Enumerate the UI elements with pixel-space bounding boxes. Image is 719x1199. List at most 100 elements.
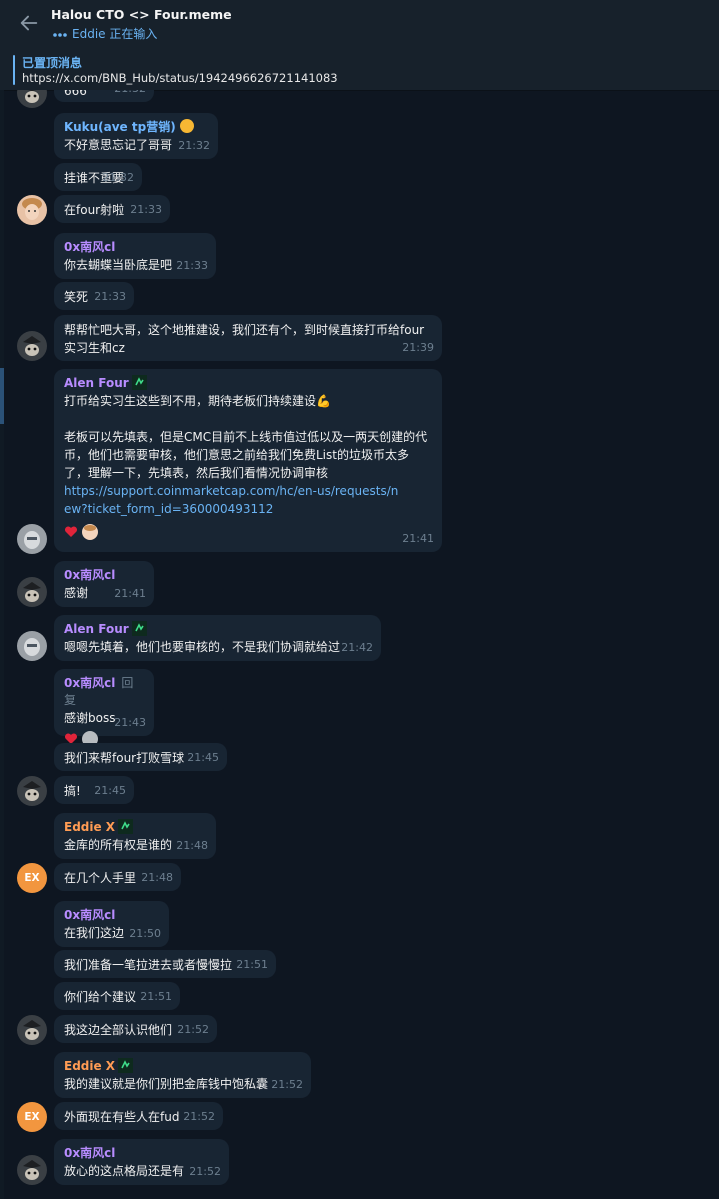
sender-name[interactable]: 0x南风cl bbox=[64, 239, 206, 256]
message-text: 我们来帮four打败雪球 bbox=[64, 751, 185, 765]
message-time: 21:48 bbox=[141, 871, 173, 884]
message-text: 放心的这点格局还是有 bbox=[64, 1164, 185, 1178]
message-bubble[interactable]: 挂谁不重要 21:32 bbox=[54, 163, 142, 191]
chat-title[interactable]: Halou CTO <> Four.meme bbox=[51, 7, 232, 22]
sender-name[interactable]: Eddie X bbox=[64, 1058, 301, 1075]
back-arrow-icon[interactable] bbox=[18, 12, 40, 34]
scroll-thumb[interactable] bbox=[0, 368, 4, 424]
message-bubble[interactable]: 你们给个建议 21:51 bbox=[54, 982, 180, 1010]
message-text: 打币给实习生这些到不用，期待老板们持续建设💪 老板可以先填表，但是CMC目前不上… bbox=[64, 394, 428, 480]
message-time: 21:32 bbox=[178, 139, 210, 152]
message-time: 21:52 bbox=[271, 1078, 303, 1091]
four-badge-icon bbox=[118, 1058, 134, 1073]
four-badge-icon bbox=[118, 819, 134, 834]
sender-name[interactable]: Alen Four bbox=[64, 621, 371, 638]
message-bubble[interactable]: Eddie X 我的建议就是你们别把金库钱中饱私囊 21:52 bbox=[54, 1052, 311, 1098]
message-bubble[interactable]: 搞! 21:45 bbox=[54, 776, 134, 804]
pinned-message-bar[interactable]: 已置顶消息 https://x.com/BNB_Hub/status/19424… bbox=[0, 48, 719, 91]
message-bubble[interactable]: Eddie X 金库的所有权是谁的 21:48 bbox=[54, 813, 216, 859]
message-bubble[interactable]: Kuku(ave tp营销) 不好意思忘记了哥哥 21:32 bbox=[54, 113, 218, 159]
message-text: 笑死 bbox=[64, 290, 89, 304]
message-time: 21:50 bbox=[129, 927, 161, 940]
four-badge-icon bbox=[131, 375, 147, 390]
message-bubble[interactable]: 外面现在有些人在fud 21:52 bbox=[54, 1102, 223, 1130]
message-time: 21:33 bbox=[130, 203, 162, 216]
avatar-eddie[interactable]: EX bbox=[17, 863, 47, 893]
message-time: 21:39 bbox=[402, 341, 434, 354]
message-text: 我这边全部认识他们 bbox=[64, 1023, 173, 1037]
message-time: 21:45 bbox=[187, 751, 219, 764]
message-bubble[interactable]: 0x南风cl 在我们这边 21:50 bbox=[54, 901, 169, 947]
message-text: 我们准备一笔拉进去或者慢慢拉 bbox=[64, 958, 233, 972]
message-bubble[interactable]: 0x南风cl 你去蝴蝶当卧底是吧 21:33 bbox=[54, 233, 216, 279]
message-time: 21:48 bbox=[176, 839, 208, 852]
message-text: 我的建议就是你们别把金库钱中饱私囊 bbox=[64, 1077, 269, 1091]
message-time: 21:52 bbox=[177, 1023, 209, 1036]
four-badge-icon bbox=[131, 621, 147, 636]
avatar-hat[interactable] bbox=[17, 90, 47, 108]
message-text: 你们给个建议 bbox=[64, 990, 137, 1004]
message-time: 21:33 bbox=[94, 290, 126, 303]
message-time: 21:32 bbox=[102, 171, 134, 184]
message-time: 21:43 bbox=[114, 716, 146, 729]
sender-name[interactable]: 0x南风cl 回复 bbox=[64, 675, 144, 709]
message-text: 外面现在有些人在fud bbox=[64, 1110, 180, 1124]
message-bubble[interactable]: 0x南风cl 感谢 21:41 bbox=[54, 561, 154, 607]
typing-status-text: Eddie 正在输入 bbox=[72, 27, 158, 41]
pinned-indicator bbox=[13, 55, 15, 85]
message-link[interactable]: https://support.coinmarketcap.com/hc/en-… bbox=[64, 482, 404, 518]
avatar-hat[interactable] bbox=[17, 776, 47, 806]
sender-name[interactable]: Eddie X bbox=[64, 819, 206, 836]
message-bubble[interactable]: 我这边全部认识他们 21:52 bbox=[54, 1015, 217, 1043]
message-text: 搞! bbox=[64, 784, 81, 798]
sender-name[interactable]: Alen Four bbox=[64, 375, 432, 392]
reactions-row[interactable] bbox=[64, 522, 432, 542]
red-heart-icon[interactable] bbox=[64, 525, 78, 539]
avatar-robot[interactable] bbox=[17, 631, 47, 661]
pinned-text: https://x.com/BNB_Hub/status/19424966267… bbox=[22, 71, 338, 85]
message-text: 在我们这边 bbox=[64, 926, 125, 940]
message-time: 21:52 bbox=[183, 1110, 215, 1123]
message-text: 不好意思忘记了哥哥 bbox=[64, 138, 173, 152]
avatar-hat[interactable] bbox=[17, 331, 47, 361]
sender-name-text: Eddie X bbox=[64, 820, 116, 834]
avatar-robot[interactable] bbox=[17, 524, 47, 554]
scroll-track bbox=[0, 90, 4, 1199]
message-bubble[interactable]: 0x南风cl 回复 感谢boss 21:43 bbox=[54, 669, 154, 747]
message-bubble[interactable]: 666 21:32 bbox=[54, 90, 154, 102]
message-text: 金库的所有权是谁的 bbox=[64, 838, 173, 852]
avatar-hat[interactable] bbox=[17, 1155, 47, 1185]
typing-status: Eddie 正在输入 bbox=[52, 25, 157, 42]
avatar-face[interactable] bbox=[17, 195, 47, 225]
pinned-title: 已置顶消息 bbox=[22, 56, 83, 70]
reactor-avatar-face bbox=[81, 523, 98, 540]
avatar-eddie[interactable]: EX bbox=[17, 1102, 47, 1132]
typing-dots-icon bbox=[53, 32, 67, 37]
sender-name-text: 0x南风cl bbox=[64, 676, 116, 690]
message-text: 感谢boss bbox=[64, 711, 116, 725]
message-bubble[interactable]: 在four射啦 21:33 bbox=[54, 195, 170, 223]
message-time: 21:45 bbox=[94, 784, 126, 797]
message-bubble[interactable]: 0x南风cl 放心的这点格局还是有 21:52 bbox=[54, 1139, 229, 1185]
message-bubble[interactable]: 在几个人手里 21:48 bbox=[54, 863, 181, 891]
message-bubble[interactable]: Alen Four 嗯嗯先填着，他们也要审核的，不是我们协调就给过 21:42 bbox=[54, 615, 381, 661]
avatar-hat[interactable] bbox=[17, 1015, 47, 1045]
message-bubble[interactable]: 帮帮忙吧大哥，这个地推建设，我们还有个，到时候直接打币给four实习生和cz 2… bbox=[54, 315, 442, 361]
sender-name[interactable]: Kuku(ave tp营销) bbox=[64, 119, 208, 136]
message-time: 21:41 bbox=[114, 587, 146, 600]
message-bubble[interactable]: 我们准备一笔拉进去或者慢慢拉 21:51 bbox=[54, 950, 276, 978]
message-time: 21:33 bbox=[176, 259, 208, 272]
message-text: 在几个人手里 bbox=[64, 871, 137, 885]
message-text: 在four射啦 bbox=[64, 203, 125, 217]
sender-name-text: Alen Four bbox=[64, 376, 129, 390]
message-time: 21:51 bbox=[140, 990, 172, 1003]
sender-name[interactable]: 0x南风cl bbox=[64, 567, 144, 584]
message-time: 21:51 bbox=[236, 958, 268, 971]
message-list[interactable]: 666 21:32 Kuku(ave tp营销) 不好意思忘记了哥哥 21:32… bbox=[0, 90, 719, 1199]
message-bubble[interactable]: Alen Four 打币给实习生这些到不用，期待老板们持续建设💪 老板可以先填表… bbox=[54, 369, 442, 552]
message-bubble[interactable]: 笑死 21:33 bbox=[54, 282, 134, 310]
avatar-hat[interactable] bbox=[17, 577, 47, 607]
sender-name[interactable]: 0x南风cl bbox=[64, 907, 159, 924]
sender-name[interactable]: 0x南风cl bbox=[64, 1145, 219, 1162]
message-bubble[interactable]: 我们来帮four打败雪球 21:45 bbox=[54, 743, 227, 771]
